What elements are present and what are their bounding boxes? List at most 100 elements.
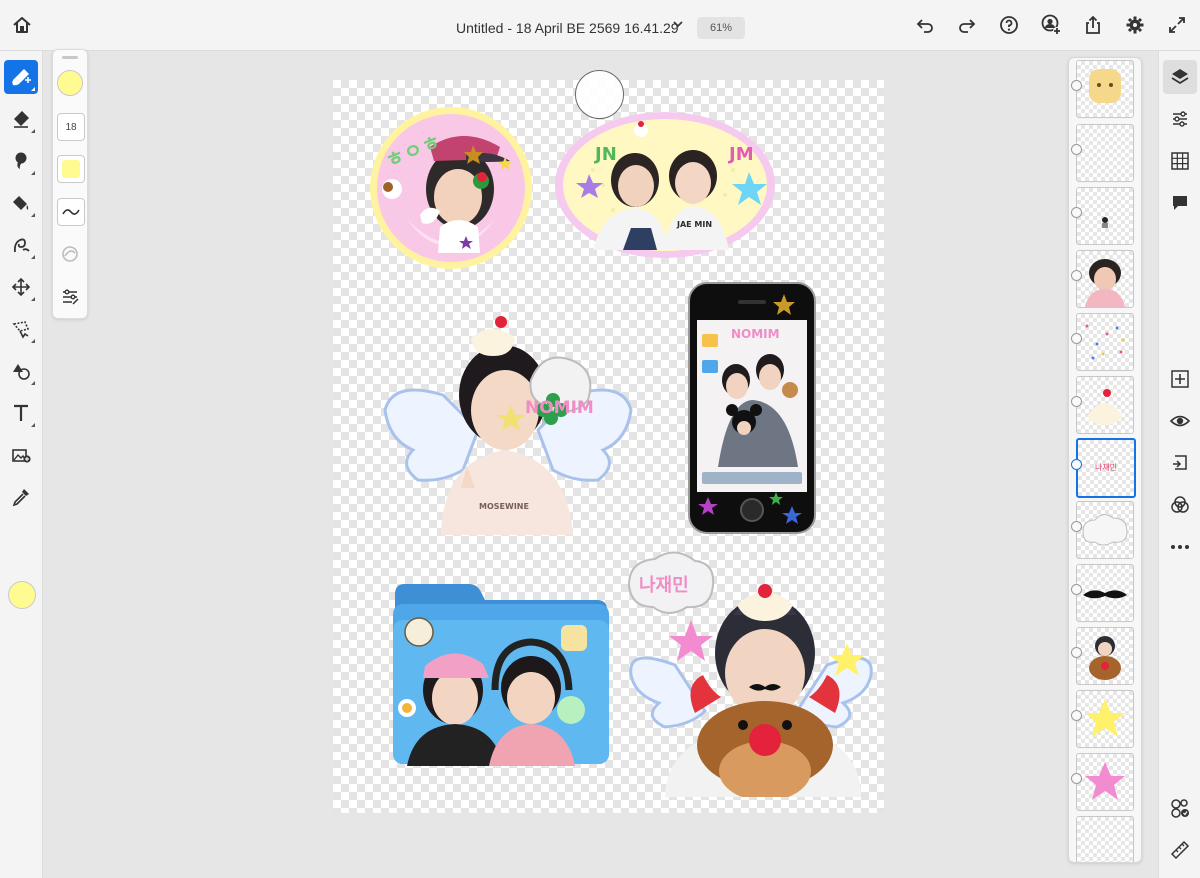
invite-icon[interactable] (1036, 10, 1066, 40)
layer-mask-icon[interactable] (1071, 270, 1082, 281)
circle-sticker[interactable]: ㅎㅇㅎ (368, 105, 534, 271)
place-image-tool[interactable] (4, 438, 38, 472)
image-add-icon (11, 445, 31, 465)
brush-properties-panel: 18 (52, 49, 88, 319)
layer-mask-icon[interactable] (1071, 647, 1082, 658)
brush-pressure-button[interactable] (57, 241, 83, 267)
layer-thumbnail-3[interactable] (1076, 187, 1134, 245)
add-layer-icon[interactable] (1163, 362, 1197, 396)
layer-mask-icon[interactable] (1071, 521, 1082, 532)
bubble-text: NOMIM (525, 398, 594, 418)
shirt-text: MOSEWINE (479, 502, 529, 511)
share-icon[interactable] (1078, 10, 1108, 40)
layers-panel: 나재민 (1068, 57, 1142, 863)
reindeer-sticker[interactable]: 나재민 (625, 535, 877, 797)
layer-mask-icon[interactable] (1071, 207, 1082, 218)
redo-icon[interactable] (952, 10, 982, 40)
blend-icon[interactable] (1163, 488, 1197, 522)
layer-mask-icon[interactable] (1071, 80, 1082, 91)
brush-cursor (575, 70, 624, 119)
layer-thumbnail-2[interactable] (1076, 124, 1134, 182)
smudge-icon (11, 151, 31, 171)
fill-tool[interactable] (4, 186, 38, 220)
eraser-icon (11, 109, 31, 129)
oval-left-text: JN (595, 144, 617, 165)
oval-right-text: JM (729, 144, 754, 165)
brush-settings-button[interactable] (57, 284, 83, 310)
comment-icon[interactable] (1163, 186, 1197, 220)
layer-mask-icon[interactable] (1071, 773, 1082, 784)
paint-bucket-icon (11, 193, 31, 213)
layer-thumbnail-6[interactable] (1076, 376, 1134, 434)
layer-thumbnail-13[interactable] (1076, 816, 1134, 862)
layer-thumbnail-4[interactable] (1076, 250, 1134, 308)
brush-size-field[interactable]: 18 (57, 113, 85, 141)
brush-flow-swatch[interactable] (57, 155, 85, 183)
ruler-icon[interactable] (1163, 833, 1197, 867)
layer-thumbnail-9[interactable] (1076, 564, 1134, 622)
layer-thumbnail-8[interactable] (1076, 501, 1134, 559)
top-bar: Untitled - 18 April BE 2569 16.41.29 61% (0, 0, 1200, 51)
eraser-tool[interactable] (4, 102, 38, 136)
undo-icon[interactable] (910, 10, 940, 40)
merge-down-icon[interactable] (1163, 446, 1197, 480)
layer-thumbnail-7-selected[interactable]: 나재민 (1076, 438, 1136, 498)
pressure-icon (60, 244, 80, 264)
oval-shirt-text: JAE MIN (677, 220, 713, 229)
panel-grip[interactable] (62, 56, 78, 59)
fullscreen-icon[interactable] (1162, 10, 1192, 40)
current-color-swatch[interactable] (8, 581, 36, 609)
text-tool[interactable] (4, 396, 38, 430)
layer-thumbnail-1[interactable] (1076, 60, 1134, 118)
zoom-level[interactable]: 61% (697, 17, 745, 39)
liquify-icon (11, 235, 31, 255)
transform-tool[interactable] (4, 270, 38, 304)
left-toolbar (0, 51, 43, 878)
phone-sticker[interactable]: NOMIM (688, 282, 816, 534)
help-icon[interactable] (994, 10, 1024, 40)
brush-color-button[interactable] (57, 70, 83, 96)
text-icon (11, 403, 31, 423)
folder-sticker[interactable] (391, 580, 611, 766)
selected-layer-text: 나재민 (1094, 463, 1118, 472)
shapes-tool[interactable] (4, 354, 38, 388)
visibility-icon[interactable] (1163, 404, 1197, 438)
layer-mask-icon[interactable] (1071, 333, 1082, 344)
grid-icon[interactable] (1163, 144, 1197, 178)
layer-thumbnail-5[interactable] (1076, 313, 1134, 371)
document-canvas[interactable]: ㅎㅇㅎ JN JM JAE MIN NOMIM MOSEWINE NOMIM 나… (333, 80, 884, 813)
layer-mask-icon[interactable] (1071, 396, 1082, 407)
layer-thumbnail-11[interactable] (1076, 690, 1134, 748)
layer-mask-icon[interactable] (1071, 459, 1082, 470)
shapes-icon (11, 361, 31, 381)
brush-smoothing-button[interactable] (57, 198, 85, 226)
layer-properties-icon[interactable] (1163, 791, 1197, 825)
paint-brush-tool[interactable] (4, 60, 38, 94)
more-icon[interactable] (1163, 530, 1197, 564)
phone-banner-text: NOMIM (731, 327, 780, 341)
layer-thumbnail-12[interactable] (1076, 753, 1134, 811)
chevron-down-icon[interactable] (668, 14, 688, 34)
move-arrows-icon (11, 277, 31, 297)
layer-mask-icon[interactable] (1071, 710, 1082, 721)
lasso-icon (11, 319, 31, 339)
lasso-select-tool[interactable] (4, 312, 38, 346)
angel-wings-sticker[interactable]: NOMIM MOSEWINE (383, 300, 633, 535)
layers-icon[interactable] (1163, 60, 1197, 94)
home-icon[interactable] (7, 10, 37, 40)
document-title[interactable]: Untitled - 18 April BE 2569 16.41.29 (456, 20, 679, 36)
sliders-icon (60, 287, 80, 307)
liquify-tool[interactable] (4, 228, 38, 262)
layer-thumbnail-10[interactable] (1076, 627, 1134, 685)
smudge-tool[interactable] (4, 144, 38, 178)
wave-icon (62, 206, 80, 218)
layer-mask-icon[interactable] (1071, 584, 1082, 595)
eyedropper-tool[interactable] (4, 480, 38, 514)
oval-sticker[interactable]: JN JM JAE MIN (553, 110, 777, 260)
settings-icon[interactable] (1120, 10, 1150, 40)
eyedropper-icon (11, 487, 31, 507)
paint-brush-icon (10, 66, 32, 88)
adjustments-icon[interactable] (1163, 102, 1197, 136)
layer-mask-icon[interactable] (1071, 144, 1082, 155)
right-toolbar (1158, 51, 1200, 878)
